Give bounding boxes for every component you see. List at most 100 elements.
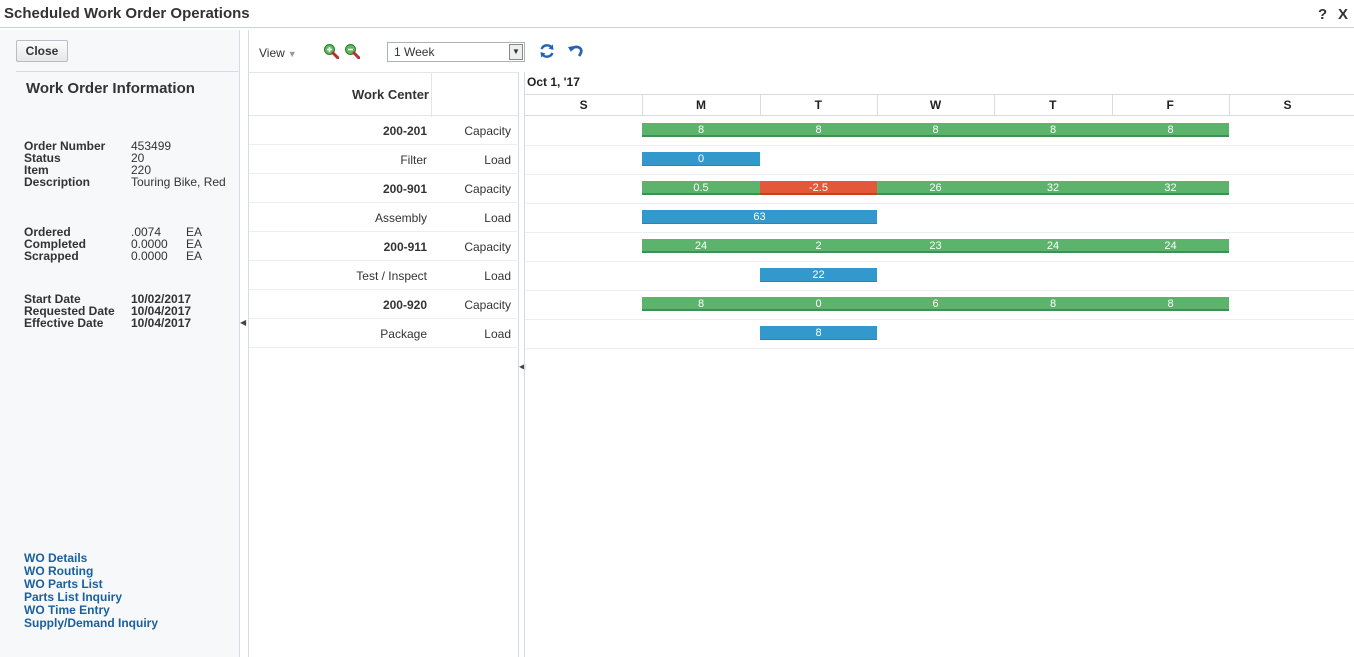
- load-bar[interactable]: 8: [760, 326, 877, 340]
- day-header: M: [695, 98, 706, 112]
- operation-name: Filter: [400, 153, 427, 167]
- day-header-row: SMTWTFS: [525, 94, 1354, 116]
- work-center-name: 200-201: [382, 124, 427, 138]
- capacity-bar[interactable]: 32: [994, 181, 1112, 195]
- gantt-row-line: [525, 290, 1354, 291]
- scheduler-main: View ▼ 1 Week ▼ Work Center 200-201 Capa…: [248, 30, 1354, 657]
- capacity-bar[interactable]: 8: [994, 123, 1112, 137]
- capacity-bar[interactable]: 24: [642, 239, 760, 253]
- row-type: Capacity: [464, 298, 511, 312]
- view-menu-label: View: [259, 46, 285, 60]
- qty-label: Scrapped: [24, 249, 79, 263]
- table-row[interactable]: Package Load: [249, 319, 519, 348]
- work-center-name: 200-901: [382, 182, 427, 196]
- link-supply-demand-inquiry[interactable]: Supply/Demand Inquiry: [24, 617, 158, 630]
- collapse-left-panel-icon[interactable]: ◀: [240, 318, 246, 332]
- capacity-bar[interactable]: 2: [760, 239, 877, 253]
- load-bar[interactable]: 0: [642, 152, 760, 166]
- gantt-row-line: [525, 145, 1354, 146]
- window-title: Scheduled Work Order Operations: [4, 5, 250, 22]
- gantt-row-line: [525, 174, 1354, 175]
- panel-heading: Work Order Information: [26, 80, 195, 97]
- row-type: Load: [484, 153, 511, 167]
- day-header: S: [1283, 98, 1292, 112]
- table-row[interactable]: Assembly Load: [249, 203, 519, 232]
- zoom-out-icon[interactable]: [344, 43, 360, 59]
- table-row[interactable]: 200-920 Capacity: [249, 290, 519, 319]
- row-type: Capacity: [464, 124, 511, 138]
- week-start-label: Oct 1, '17: [527, 75, 580, 89]
- gantt-row-line: [525, 203, 1354, 204]
- row-type: Load: [484, 211, 511, 225]
- capacity-bar[interactable]: 8: [1112, 297, 1229, 311]
- capacity-bar[interactable]: -2.5: [760, 181, 877, 195]
- capacity-bar[interactable]: 23: [877, 239, 994, 253]
- day-header: S: [579, 98, 588, 112]
- gantt-row-line: [525, 319, 1354, 320]
- capacity-bar[interactable]: 0: [760, 297, 877, 311]
- window-titlebar: Scheduled Work Order Operations ? X: [0, 0, 1354, 28]
- table-row[interactable]: 200-201 Capacity: [249, 116, 519, 145]
- qty-unit: EA: [186, 249, 203, 263]
- related-links: WO Details WO Routing WO Parts List Part…: [24, 552, 158, 630]
- work-center-name: 200-911: [383, 240, 427, 254]
- capacity-bar[interactable]: 8: [994, 297, 1112, 311]
- day-header: T: [1049, 98, 1057, 112]
- column-divider: [431, 73, 432, 117]
- gantt-chart: Oct 1, '17 SMTWTFS 8 8 8 8 8 0 0.5 -2.5 26 32 32 63…: [524, 72, 1354, 657]
- qty-value: 0.0000: [131, 249, 168, 263]
- zoom-in-icon[interactable]: [323, 43, 339, 59]
- field-label: Description: [24, 175, 91, 189]
- row-type: Capacity: [464, 182, 511, 196]
- row-type: Load: [484, 269, 511, 283]
- capacity-bar[interactable]: 8: [877, 123, 994, 137]
- refresh-icon[interactable]: [538, 42, 556, 60]
- table-row[interactable]: Filter Load: [249, 145, 519, 174]
- divider: [16, 71, 238, 72]
- capacity-bar[interactable]: 26: [877, 181, 994, 195]
- capacity-bar[interactable]: 24: [994, 239, 1112, 253]
- column-header-work-center[interactable]: Work Center: [249, 87, 429, 102]
- day-separator: [877, 95, 878, 115]
- undo-icon[interactable]: [567, 42, 585, 60]
- load-bar[interactable]: 63: [642, 210, 877, 224]
- dropdown-arrow-icon[interactable]: ▼: [509, 44, 523, 60]
- work-order-info-panel: Close Work Order Information Order Numbe…: [0, 30, 240, 657]
- capacity-bar[interactable]: 8: [760, 123, 877, 137]
- time-range-value: 1 Week: [394, 45, 435, 59]
- operation-name: Assembly: [374, 211, 427, 225]
- capacity-bar[interactable]: 8: [1112, 123, 1229, 137]
- load-bar[interactable]: 22: [760, 268, 877, 282]
- row-type: Capacity: [464, 240, 511, 254]
- capacity-bar[interactable]: 8: [642, 297, 760, 311]
- work-center-grid: Work Center 200-201 Capacity Filter Load…: [249, 72, 519, 657]
- day-separator: [994, 95, 995, 115]
- work-center-name: 200-920: [382, 298, 427, 312]
- close-window-button[interactable]: X: [1338, 6, 1348, 23]
- capacity-bar[interactable]: 32: [1112, 181, 1229, 195]
- grid-header: Work Center: [249, 72, 519, 117]
- table-row[interactable]: 200-911 Capacity: [249, 232, 519, 261]
- day-separator: [1112, 95, 1113, 115]
- toolbar: View ▼ 1 Week ▼: [249, 30, 1354, 72]
- time-range-select[interactable]: 1 Week ▼: [387, 42, 525, 62]
- field-value: Touring Bike, Red: [131, 175, 226, 189]
- capacity-bar[interactable]: 8: [642, 123, 760, 137]
- table-row[interactable]: 200-901 Capacity: [249, 174, 519, 203]
- operation-name: Package: [380, 327, 427, 341]
- capacity-bar[interactable]: 24: [1112, 239, 1229, 253]
- capacity-bar[interactable]: 0.5: [642, 181, 760, 195]
- date-label: Effective Date: [24, 316, 104, 330]
- view-menu[interactable]: View ▼: [259, 46, 297, 60]
- help-button[interactable]: ?: [1318, 6, 1327, 23]
- operation-name: Test / Inspect: [356, 269, 427, 283]
- capacity-bar[interactable]: 6: [877, 297, 994, 311]
- day-separator: [642, 95, 643, 115]
- date-value: 10/04/2017: [131, 316, 192, 330]
- day-separator: [760, 95, 761, 115]
- chevron-down-icon: ▼: [287, 49, 297, 59]
- table-row[interactable]: Test / Inspect Load: [249, 261, 519, 290]
- gantt-row-line: [525, 261, 1354, 262]
- close-button[interactable]: Close: [16, 40, 68, 62]
- day-separator: [1229, 95, 1230, 115]
